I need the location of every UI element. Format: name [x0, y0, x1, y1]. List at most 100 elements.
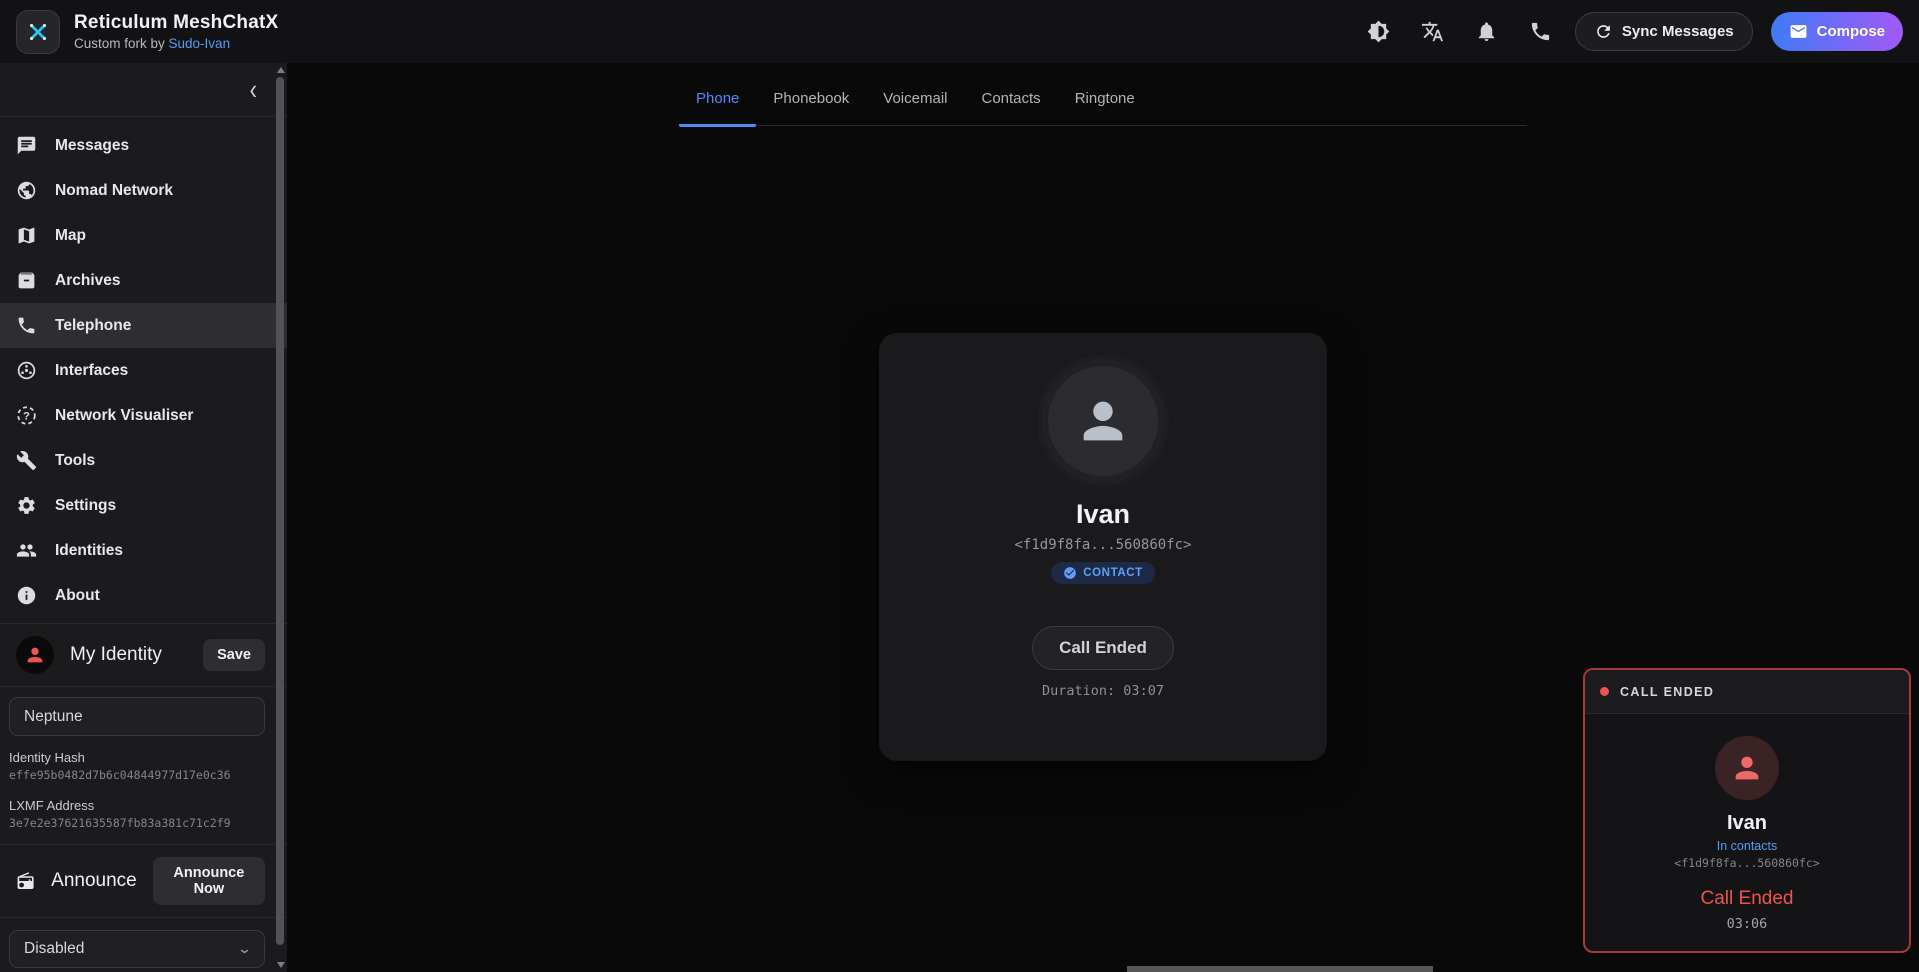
horizontal-scrollbar-thumb[interactable] [1127, 966, 1433, 972]
identity-name-input[interactable] [9, 697, 265, 736]
call-duration-text: Duration: 03:07 [1042, 683, 1164, 699]
tab-ringtone[interactable]: Ringtone [1058, 90, 1152, 127]
globe-icon [16, 180, 37, 201]
wrench-icon [16, 450, 37, 471]
my-identity-section: My Identity Save [0, 624, 287, 686]
announce-title: Announce [51, 870, 137, 892]
translate-icon [1421, 20, 1444, 43]
theme-brightness-button[interactable] [1359, 12, 1399, 52]
sidebar-item-network-visualiser[interactable]: ? Network Visualiser [0, 393, 287, 438]
notifications-button[interactable] [1467, 12, 1507, 52]
announce-interval-select[interactable]: Disabled ⌄ [9, 930, 265, 968]
callee-hash: <f1d9f8fa...560860fc> [1014, 537, 1191, 553]
sidebar-item-about[interactable]: About [0, 573, 287, 618]
sidebar-item-identities[interactable]: Identities [0, 528, 287, 573]
tab-voicemail[interactable]: Voicemail [866, 90, 964, 127]
gear-icon [16, 495, 37, 516]
person-icon [1074, 392, 1132, 450]
brightness-icon [1367, 20, 1390, 43]
sidebar-item-label: Network Visualiser [55, 407, 193, 425]
info-icon [16, 585, 37, 606]
contact-badge-label: CONTACT [1083, 567, 1143, 579]
sync-messages-button[interactable]: Sync Messages [1575, 12, 1753, 51]
sidebar-divider [0, 917, 287, 918]
language-button[interactable] [1413, 12, 1453, 52]
sudo-ivan-link[interactable]: Sudo-Ivan [169, 36, 231, 51]
svg-text:?: ? [23, 411, 30, 423]
scrollbar-up-arrow-icon[interactable] [277, 67, 285, 73]
app-subtitle: Custom fork by Sudo-Ivan [74, 36, 278, 51]
sync-messages-label: Sync Messages [1622, 23, 1734, 40]
dashed-circle-question-icon: ? [16, 405, 37, 426]
lxmf-address-block: LXMF Address 3e7e2e37621635587fb83a381c7… [0, 782, 287, 830]
call-ended-popup: CALL ENDED Ivan In contacts <f1d9f8fa...… [1583, 668, 1911, 953]
save-button[interactable]: Save [203, 639, 265, 671]
my-identity-avatar [16, 636, 54, 674]
sidebar-nav: Messages Nomad Network Map Archives Tele… [0, 117, 287, 623]
app-subtitle-prefix: Custom fork by [74, 36, 169, 51]
last-announced-text: Last announced: 2 hours ago [0, 968, 287, 972]
call-ended-button[interactable]: Call Ended [1032, 626, 1174, 670]
app-window: Reticulum MeshChatX Custom fork by Sudo-… [0, 0, 1919, 972]
sidebar-item-map[interactable]: Map [0, 213, 287, 258]
popup-callee-avatar [1715, 736, 1779, 800]
red-status-dot-icon [1600, 687, 1609, 696]
announce-section: Announce Announce Now [0, 845, 287, 917]
sidebar-item-label: Tools [55, 452, 95, 470]
interfaces-hub-icon [16, 360, 37, 381]
app-logo [16, 10, 60, 54]
sidebar-item-label: About [55, 587, 100, 605]
person-icon [24, 644, 46, 666]
popup-callee-name: Ivan [1727, 812, 1767, 835]
sidebar-item-label: Map [55, 227, 86, 245]
chevron-down-icon: ⌄ [237, 941, 252, 957]
sidebar-item-label: Settings [55, 497, 116, 515]
telephone-tabbar: Phone Phonebook Voicemail Contacts Ringt… [679, 63, 1527, 126]
sidebar-item-telephone[interactable]: Telephone [0, 303, 287, 348]
scrollbar-thumb[interactable] [276, 77, 284, 945]
sidebar-scrollbar[interactable] [276, 65, 285, 970]
tab-phone[interactable]: Phone [679, 90, 756, 127]
call-popup-header-text: CALL ENDED [1620, 685, 1714, 699]
lxmf-address-label: LXMF Address [9, 798, 265, 813]
sidebar-item-label: Identities [55, 542, 123, 560]
envelope-icon [1789, 22, 1808, 41]
sidebar-collapse-row: ‹ [0, 63, 287, 116]
sidebar-item-tools[interactable]: Tools [0, 438, 287, 483]
announce-interval-value: Disabled [24, 940, 84, 958]
header-actions: Sync Messages Compose [1359, 12, 1903, 52]
sidebar-item-interfaces[interactable]: Interfaces [0, 348, 287, 393]
contact-badge: CONTACT [1051, 562, 1155, 584]
identity-hash-block: Identity Hash effe95b0482d7b6c04844977d1… [0, 742, 287, 782]
sidebar-item-label: Messages [55, 137, 129, 155]
callee-name: Ivan [1076, 499, 1130, 530]
popup-callee-hash: <f1d9f8fa...560860fc> [1674, 856, 1819, 870]
person-icon [1730, 751, 1764, 785]
phone-icon [1529, 20, 1552, 43]
in-contacts-link[interactable]: In contacts [1717, 839, 1777, 853]
sidebar-item-label: Interfaces [55, 362, 128, 380]
tab-phonebook[interactable]: Phonebook [756, 90, 866, 127]
call-status-card: Ivan <f1d9f8fa...560860fc> CONTACT Call … [879, 333, 1327, 761]
radio-icon [16, 869, 35, 893]
sidebar-item-settings[interactable]: Settings [0, 483, 287, 528]
sidebar-item-nomad-network[interactable]: Nomad Network [0, 168, 287, 213]
announce-now-button[interactable]: Announce Now [153, 857, 265, 905]
sidebar-item-label: Archives [55, 272, 120, 290]
identity-name-field-wrap [0, 687, 287, 742]
scrollbar-down-arrow-icon[interactable] [277, 962, 285, 968]
app-header: Reticulum MeshChatX Custom fork by Sudo-… [0, 0, 1919, 63]
sidebar-item-messages[interactable]: Messages [0, 123, 287, 168]
compose-label: Compose [1817, 23, 1885, 40]
my-identity-title: My Identity [70, 644, 187, 666]
compose-button[interactable]: Compose [1771, 12, 1903, 51]
call-popup-header: CALL ENDED [1585, 670, 1909, 714]
people-icon [16, 540, 37, 561]
callee-avatar [1048, 366, 1158, 476]
phone-header-button[interactable] [1521, 12, 1561, 52]
notifications-bell-icon [1475, 20, 1498, 43]
collapse-sidebar-chevron-icon[interactable]: ‹ [250, 75, 257, 104]
sidebar-item-archives[interactable]: Archives [0, 258, 287, 303]
archive-icon [16, 270, 37, 291]
tab-contacts[interactable]: Contacts [964, 90, 1057, 127]
